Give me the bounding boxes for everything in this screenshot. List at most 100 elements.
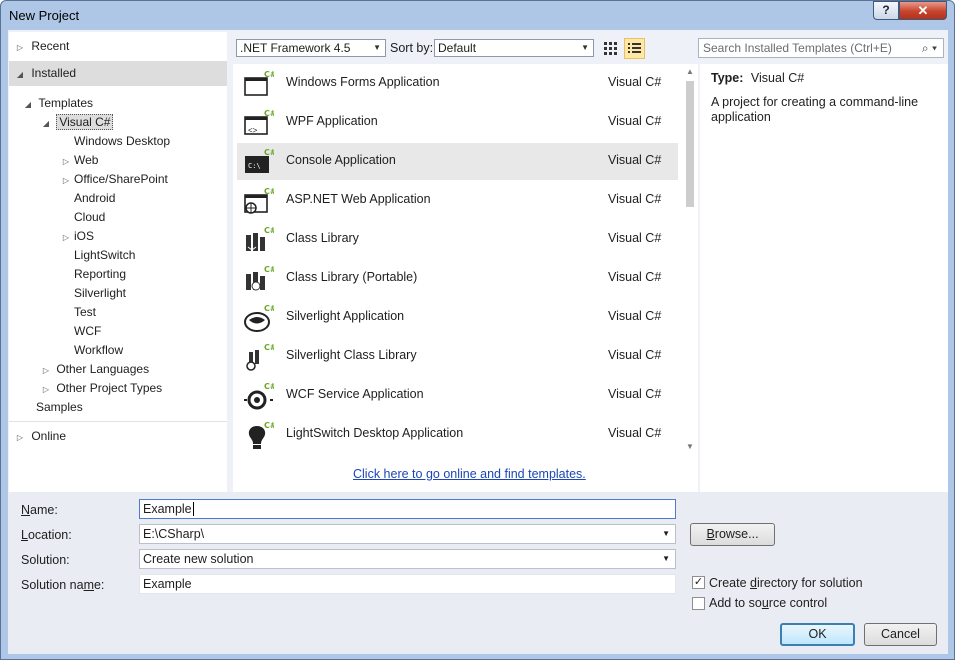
silverlight-library-icon: C#: [244, 342, 277, 372]
collapse-arrow-icon[interactable]: ◢: [23, 95, 33, 114]
expand-arrow-icon[interactable]: ▷: [15, 38, 25, 57]
tree-item-other-project-types[interactable]: ▷ Other Project Types: [41, 379, 162, 398]
tree-item-cloud[interactable]: Cloud: [61, 208, 105, 227]
template-name: Class Library: [286, 231, 359, 245]
template-name: Console Application: [286, 153, 396, 167]
tree-item-test[interactable]: Test: [61, 303, 96, 322]
windows-forms-icon: C#: [244, 69, 277, 99]
tree-label: Templates: [38, 96, 94, 110]
svg-text:C#: C#: [264, 421, 274, 430]
add-source-control-checkbox[interactable]: [692, 597, 705, 610]
chevron-down-icon: ▼: [581, 43, 589, 52]
tree-item-templates[interactable]: ◢ Templates: [23, 94, 93, 113]
template-language: Visual C#: [608, 75, 662, 89]
template-categories-panel: ▷ Recent ◢ Installed ◢ Templates ◢ Visua…: [9, 32, 227, 492]
expand-arrow-icon[interactable]: ▷: [61, 228, 71, 247]
tree-label: Office/SharePoint: [74, 172, 168, 186]
location-dropdown[interactable]: E:\CSharp\ ▼: [139, 524, 676, 544]
small-icons-view-icon[interactable]: [601, 39, 619, 57]
template-row[interactable]: C# Windows Forms Application Visual C#: [237, 65, 678, 102]
tree-item-office-sharepoint[interactable]: ▷ Office/SharePoint: [61, 170, 168, 189]
online-templates-link[interactable]: Click here to go online and find templat…: [353, 467, 586, 481]
tree-item-online[interactable]: ▷ Online: [15, 427, 66, 446]
framework-dropdown[interactable]: .NET Framework 4.5 ▼: [236, 39, 386, 57]
expand-arrow-icon[interactable]: ▷: [61, 171, 71, 190]
svg-text:<>: <>: [248, 126, 258, 135]
expand-arrow-icon[interactable]: ▷: [15, 428, 25, 447]
template-row[interactable]: C# Silverlight Application Visual C#: [237, 299, 678, 336]
solution-dropdown[interactable]: Create new solution ▼: [139, 549, 676, 569]
template-language: Visual C#: [608, 348, 662, 362]
expand-arrow-icon[interactable]: ▷: [41, 380, 51, 399]
console-icon: C:\C#: [244, 147, 277, 177]
solution-value: Create new solution: [143, 552, 254, 566]
tree-item-android[interactable]: Android: [61, 189, 115, 208]
create-directory-checkbox[interactable]: ✓: [692, 576, 705, 589]
tree-label: Windows Desktop: [74, 134, 171, 148]
dialog-title: New Project: [9, 8, 80, 23]
template-list-scrollbar[interactable]: ▲ ▼: [682, 64, 698, 456]
tree-label: Recent: [31, 39, 70, 53]
tree-item-web[interactable]: ▷ Web: [61, 151, 99, 171]
tree-item-ios[interactable]: ▷ iOS: [61, 227, 94, 246]
close-button[interactable]: ✕: [899, 1, 947, 20]
browse-button[interactable]: Browse...: [690, 523, 775, 546]
template-name: Silverlight Class Library: [286, 348, 417, 362]
template-language: Visual C#: [608, 231, 662, 245]
tree-item-windows-desktop[interactable]: Windows Desktop: [61, 132, 170, 151]
tree-item-visual-csharp[interactable]: ◢ Visual C#: [41, 113, 114, 133]
expand-arrow-icon[interactable]: ▷: [41, 361, 51, 380]
tree-item-other-languages[interactable]: ▷ Other Languages: [41, 360, 149, 379]
template-name: Windows Forms Application: [286, 75, 440, 89]
expand-arrow-icon[interactable]: ▷: [61, 152, 71, 171]
scrollbar-thumb[interactable]: [686, 81, 694, 207]
tree-label: Workflow: [74, 343, 124, 357]
template-row[interactable]: C# Silverlight Class Library Visual C#: [237, 338, 678, 375]
scroll-up-icon[interactable]: ▲: [686, 67, 694, 76]
dialog-body: ▷ Recent ◢ Installed ◢ Templates ◢ Visua…: [8, 30, 948, 654]
template-row[interactable]: C# WCF Service Application Visual C#: [237, 377, 678, 414]
template-description: A project for creating a command-line ap…: [711, 95, 919, 124]
details-view-icon[interactable]: [624, 38, 645, 59]
tree-item-reporting[interactable]: Reporting: [61, 265, 126, 284]
template-row[interactable]: C:\C# Console Application Visual C#: [237, 143, 678, 180]
tree-item-lightswitch[interactable]: LightSwitch: [61, 246, 135, 265]
chevron-down-icon: ▼: [373, 43, 381, 52]
scroll-down-icon[interactable]: ▼: [686, 442, 694, 451]
template-row[interactable]: C# LightSwitch Desktop Application Visual …: [237, 416, 678, 453]
svg-text:C#: C#: [264, 109, 274, 118]
divider: [9, 421, 227, 422]
lightswitch-icon: C#: [244, 420, 277, 450]
portable-library-icon: C#: [244, 264, 277, 294]
tree-item-samples[interactable]: Samples: [36, 398, 83, 417]
wpf-icon: <> C#: [244, 108, 277, 138]
template-language: Visual C#: [608, 426, 662, 440]
project-name-input[interactable]: Example: [139, 499, 676, 519]
help-button[interactable]: ?: [873, 1, 899, 20]
sort-dropdown[interactable]: Default ▼: [434, 39, 594, 57]
template-language: Visual C#: [608, 192, 662, 206]
collapse-arrow-icon[interactable]: ◢: [15, 62, 25, 87]
project-settings-form: Name: Example Location: E:\CSharp\ ▼ Bro…: [8, 492, 948, 654]
search-templates-input[interactable]: Search Installed Templates (Ctrl+E) ⌕ ▾: [698, 38, 944, 58]
solution-name-input[interactable]: Example: [139, 574, 676, 594]
template-language: Visual C#: [608, 270, 662, 284]
template-row[interactable]: C# Class Library (Portable) Visual C#: [237, 260, 678, 297]
cancel-button[interactable]: Cancel: [864, 623, 937, 646]
search-placeholder: Search Installed Templates (Ctrl+E): [703, 41, 892, 55]
collapse-arrow-icon[interactable]: ◢: [41, 114, 51, 133]
template-row[interactable]: C# ASP.NET Web Application Visual C#: [237, 182, 678, 219]
tree-item-workflow[interactable]: Workflow: [61, 341, 123, 360]
template-row[interactable]: <> C# WPF Application Visual C#: [237, 104, 678, 141]
tree-item-silverlight[interactable]: Silverlight: [61, 284, 126, 303]
search-icon[interactable]: ⌕ ▾: [922, 39, 937, 57]
tree-item-recent[interactable]: ▷ Recent: [15, 37, 69, 56]
ok-button[interactable]: OK: [780, 623, 855, 646]
location-value: E:\CSharp\: [143, 527, 205, 541]
template-row[interactable]: C# Class Library Visual C#: [237, 221, 678, 258]
tree-item-installed[interactable]: ◢ Installed: [9, 61, 227, 86]
silverlight-icon: C#: [244, 303, 277, 333]
sort-label: Sort by:: [390, 41, 434, 55]
tree-item-wcf[interactable]: WCF: [61, 322, 101, 341]
wcf-icon: C#: [244, 381, 277, 411]
